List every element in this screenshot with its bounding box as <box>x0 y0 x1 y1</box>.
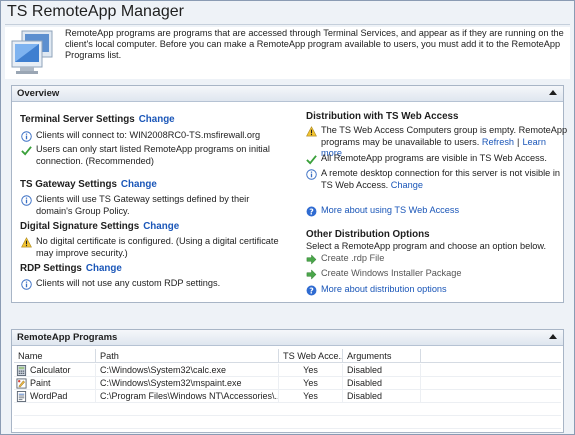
more-distribution-link[interactable]: More about distribution options <box>321 284 447 296</box>
grid-header-row: Name Path TS Web Acce... Arguments <box>14 349 561 363</box>
digital-signature-settings-heading: Digital Signature Settings Change <box>20 221 179 232</box>
cell-path: C:\Program Files\Windows NT\Accessories\… <box>100 390 279 403</box>
cell-name: Paint <box>30 377 96 390</box>
column-header-name[interactable]: Name <box>14 349 96 363</box>
web-access-group-warning: The TS Web Access Computers group is emp… <box>306 125 568 158</box>
remote-desktop-visibility-text: A remote desktop connection for this ser… <box>321 168 560 190</box>
table-row[interactable]: WordPad C:\Program Files\Windows NT\Acce… <box>14 390 561 403</box>
remoteapp-manager-window: TS RemoteApp Manager RemoteApp programs … <box>0 0 575 435</box>
programs-grid: Name Path TS Web Acce... Arguments Calcu… <box>14 349 561 430</box>
cell-name: WordPad <box>30 390 96 403</box>
digital-signature-settings-title: Digital Signature Settings <box>20 221 140 232</box>
empty-row <box>14 416 561 429</box>
rdp-settings-heading: RDP Settings Change <box>20 263 122 274</box>
rdp-change-link[interactable]: Change <box>86 263 122 274</box>
cell-arguments: Disabled <box>347 390 421 403</box>
cell-path: C:\Windows\System32\calc.exe <box>100 364 279 377</box>
other-distribution-description: Select a RemoteApp program and choose an… <box>306 241 547 251</box>
programs-header[interactable]: RemoteApp Programs <box>12 330 563 346</box>
programs-title: RemoteApp Programs <box>17 332 118 343</box>
digital-signature-change-link[interactable]: Change <box>143 221 179 232</box>
ts-gateway-change-link[interactable]: Change <box>121 179 157 190</box>
remote-desktop-change-link[interactable]: Change <box>391 180 423 190</box>
warning-icon <box>306 126 317 137</box>
overview-panel: Overview Terminal Server Settings Change … <box>11 85 567 303</box>
green-arrow-icon <box>306 269 317 280</box>
cell-arguments: Disabled <box>347 364 421 377</box>
wordpad-icon <box>16 391 27 402</box>
empty-row <box>14 403 561 416</box>
info-icon <box>306 169 317 180</box>
checkmark-icon <box>306 155 317 165</box>
paint-icon <box>16 378 27 389</box>
terminal-server-connect-text: Clients will connect to: WIN2008RC0-TS.m… <box>36 130 261 140</box>
table-row[interactable]: Paint C:\Windows\System32\mspaint.exe Ye… <box>14 377 561 390</box>
cell-path: C:\Windows\System32\mspaint.exe <box>100 377 279 390</box>
ts-gateway-settings-heading: TS Gateway Settings Change <box>20 179 157 190</box>
remoteapp-computers-icon <box>11 30 53 74</box>
collapse-icon[interactable] <box>549 334 557 339</box>
other-distribution-heading: Other Distribution Options <box>306 229 430 240</box>
cell-web-access: Yes <box>279 377 343 390</box>
remoteapp-programs-panel: RemoteApp Programs Name Path TS Web Acce… <box>11 329 564 433</box>
create-installer-link[interactable]: Create Windows Installer Package <box>321 268 461 280</box>
page-title: TS RemoteApp Manager <box>7 3 184 20</box>
column-header-web-access[interactable]: TS Web Acce... <box>279 349 343 363</box>
programs-visible-text: All RemoteApp programs are visible in TS… <box>321 153 547 163</box>
cell-arguments: Disabled <box>347 377 421 390</box>
checkmark-icon <box>21 146 32 156</box>
link-separator: | <box>517 136 520 147</box>
column-header-path[interactable]: Path <box>96 349 279 363</box>
rdp-text: Clients will not use any custom RDP sett… <box>36 278 221 288</box>
svg-text:?: ? <box>309 286 314 295</box>
info-icon <box>21 195 32 206</box>
intro-description: RemoteApp programs are programs that are… <box>65 28 564 60</box>
info-icon <box>21 279 32 290</box>
terminal-server-change-link[interactable]: Change <box>139 114 175 125</box>
cell-web-access: Yes <box>279 390 343 403</box>
create-rdp-file-link[interactable]: Create .rdp File <box>321 253 384 265</box>
cell-web-access: Yes <box>279 364 343 377</box>
terminal-server-settings-heading: Terminal Server Settings Change <box>20 114 175 125</box>
terminal-server-settings-title: Terminal Server Settings <box>20 114 135 125</box>
intro-section: RemoteApp programs are programs that are… <box>5 27 570 79</box>
overview-header[interactable]: Overview <box>12 86 563 102</box>
overview-title: Overview <box>17 88 60 99</box>
table-row[interactable]: Calculator C:\Windows\System32\calc.exe … <box>14 364 561 377</box>
help-icon: ? <box>306 285 317 296</box>
calculator-icon <box>16 365 27 376</box>
terminal-server-users-text: Users can only start listed RemoteApp pr… <box>36 144 270 166</box>
cell-name: Calculator <box>30 364 96 377</box>
help-icon: ? <box>306 206 317 217</box>
warning-icon <box>21 237 32 248</box>
more-web-access-link[interactable]: More about using TS Web Access <box>321 205 459 217</box>
rdp-settings-title: RDP Settings <box>20 263 82 274</box>
collapse-icon[interactable] <box>549 90 557 95</box>
info-icon <box>21 131 32 142</box>
svg-text:?: ? <box>309 207 314 216</box>
digital-signature-text: No digital certificate is configured. (U… <box>36 236 279 258</box>
ts-gateway-text: Clients will use TS Gateway settings def… <box>36 194 250 216</box>
title-divider <box>5 24 570 25</box>
ts-gateway-settings-title: TS Gateway Settings <box>20 179 117 190</box>
green-arrow-icon <box>306 254 317 265</box>
distribution-heading: Distribution with TS Web Access <box>306 111 459 122</box>
column-header-arguments[interactable]: Arguments <box>343 349 421 363</box>
refresh-link[interactable]: Refresh <box>482 137 514 147</box>
